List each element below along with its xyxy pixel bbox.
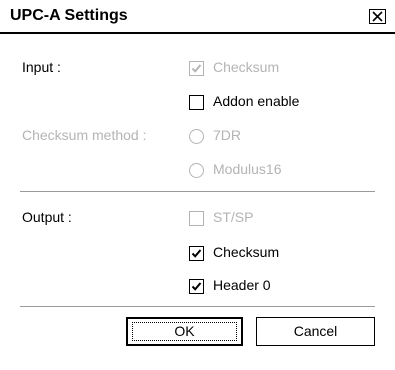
- output-checksum-label: Checksum: [213, 244, 280, 260]
- upca-settings-dialog: UPC-A Settings Input : Checksum Addon en…: [0, 0, 395, 370]
- input-checksum-label: Checksum: [213, 59, 280, 75]
- close-button[interactable]: [369, 9, 386, 24]
- header0-label: Header 0: [213, 277, 271, 293]
- addon-enable-checkbox[interactable]: [189, 95, 204, 110]
- radio-7dr[interactable]: [189, 129, 204, 144]
- addon-enable-label: Addon enable: [213, 93, 300, 109]
- separator: [20, 306, 375, 308]
- output-label: Output :: [22, 209, 72, 225]
- cancel-button[interactable]: Cancel: [256, 317, 375, 346]
- checksum-method-label: Checksum method :: [22, 127, 147, 143]
- stsp-checkbox[interactable]: [189, 211, 204, 226]
- radio-7dr-label: 7DR: [213, 127, 242, 143]
- close-icon: [372, 11, 383, 22]
- radio-modulus16-label: Modulus16: [213, 161, 282, 177]
- ok-button[interactable]: OK: [126, 317, 243, 346]
- title-bar[interactable]: UPC-A Settings: [0, 0, 395, 34]
- input-checksum-checkbox[interactable]: [189, 61, 204, 76]
- stsp-label: ST/SP: [213, 209, 254, 225]
- checkmark-icon: [191, 64, 202, 73]
- header0-checkbox[interactable]: [189, 279, 204, 294]
- input-label: Input :: [22, 59, 61, 75]
- cancel-button-label: Cancel: [293, 323, 338, 339]
- radio-modulus16[interactable]: [189, 163, 204, 178]
- output-checksum-checkbox[interactable]: [189, 246, 204, 261]
- dialog-body: Input : Checksum Addon enable Checksum m…: [0, 34, 395, 370]
- separator: [20, 191, 375, 193]
- checkmark-icon: [191, 249, 202, 258]
- checkmark-icon: [191, 282, 202, 291]
- focus-ring: [132, 322, 237, 341]
- window-title: UPC-A Settings: [10, 7, 128, 24]
